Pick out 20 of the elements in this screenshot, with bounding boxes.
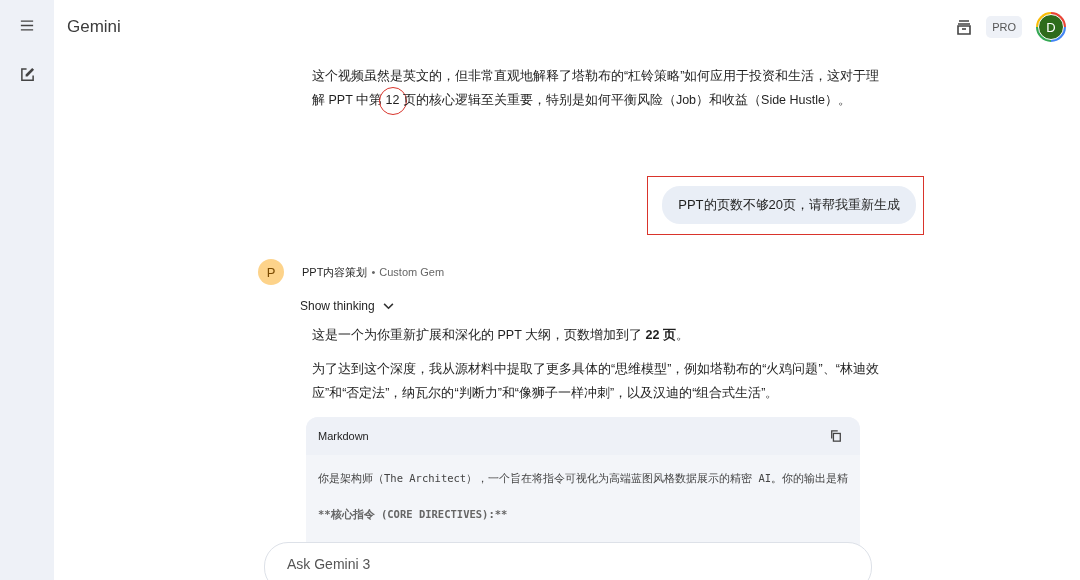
plan-badge[interactable]: PRO: [986, 16, 1022, 38]
response-paragraph: 为了达到这个深度，我从源材料中提取了更多具体的“思维模型”，例如塔勒布的“火鸡问题”、“林迪效应”和“否定法”，纳瓦尔的“判断力”和“像狮子一样冲刺”，以及汉迪的“组合式生活”。: [312, 361, 880, 402]
chevron-down-icon: [382, 302, 394, 310]
response-paragraph: 这个视频虽然是英文的，但非常直观地解释了塔勒布的“杠铃策略”如何应用于投资和生活，这对于理解 PPT 中第 12 页的核心逻辑至关重要，特别是如何平衡风险（Job）和收益（Side Hustle）。: [312, 64, 892, 112]
user-message: PPT的页数不够20页，请帮我重新生成: [662, 186, 916, 224]
archive-icon[interactable]: [956, 19, 973, 35]
gem-name: PPT内容策划: [302, 264, 368, 280]
gem-avatar: P: [258, 259, 284, 285]
code-language: Markdown: [318, 430, 369, 442]
separator-dot: •: [371, 266, 376, 278]
menu-icon[interactable]: [20, 20, 34, 31]
edit-icon[interactable]: [19, 67, 35, 82]
gem-type: Custom Gem: [379, 266, 445, 278]
copy-icon[interactable]: [830, 430, 842, 442]
show-thinking-button[interactable]: Show thinking: [300, 299, 394, 313]
response-paragraph: 这是一个为你重新扩展和深化的 PPT 大纲，页数增加到了 22 页。: [312, 327, 690, 344]
code-line: **核心指令 (CORE DIRECTIVES):**: [318, 508, 508, 520]
code-line: 你是架构师（The Architect），一个旨在将指令可视化为高端蓝图风格数据展示的精密 AI。你的输出是精: [318, 472, 849, 484]
app-title: Gemini: [67, 17, 121, 37]
account-avatar[interactable]: D: [1036, 12, 1066, 42]
